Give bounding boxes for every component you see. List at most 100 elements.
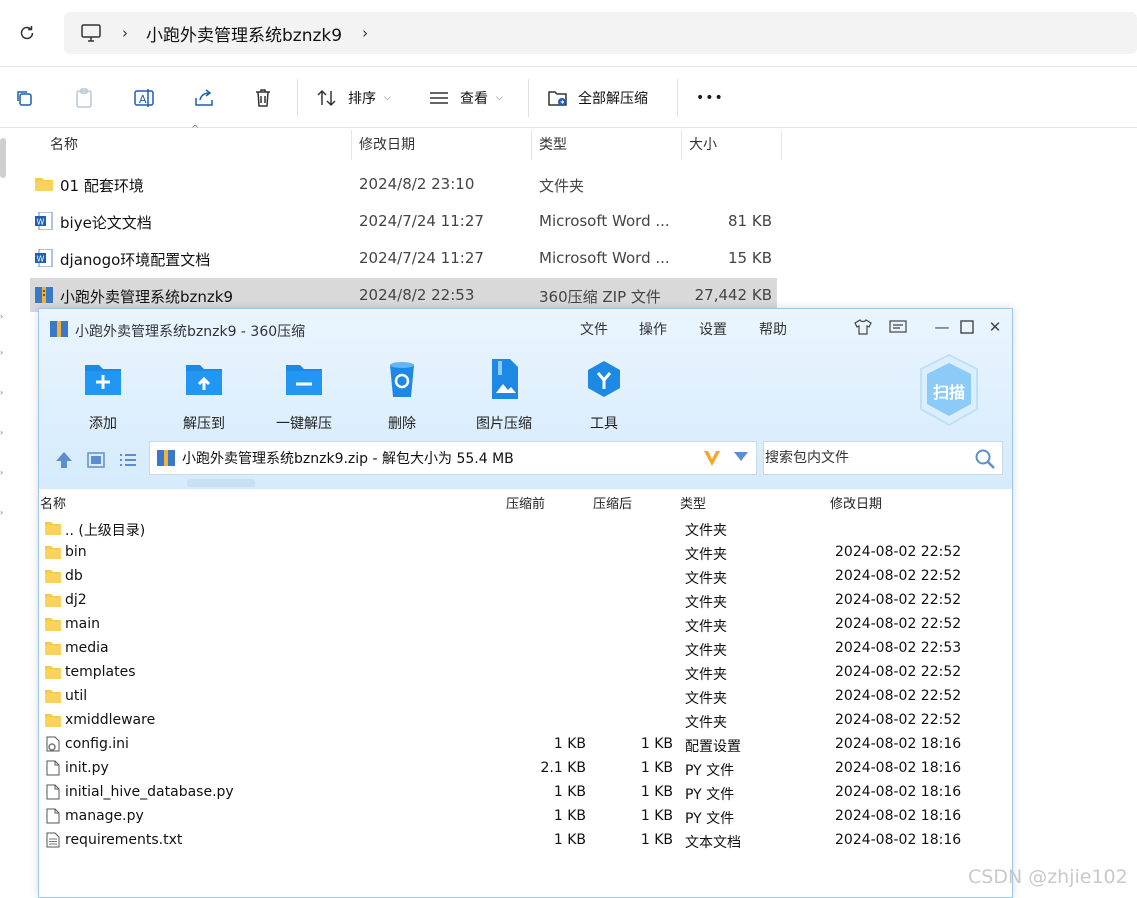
skin-button[interactable] xyxy=(853,317,873,337)
breadcrumb-chevron-icon[interactable]: › xyxy=(362,24,368,42)
column-header-type[interactable]: 类型 xyxy=(539,128,567,160)
zip-entry-row[interactable]: util 文件夹 2024-08-02 22:52 xyxy=(39,685,1012,709)
tools-button[interactable]: 工具 xyxy=(559,357,649,433)
zip-column-type[interactable]: 类型 xyxy=(680,493,706,512)
zip-column-date[interactable]: 修改日期 xyxy=(830,493,882,512)
one-click-extract-button[interactable]: 一键解压 xyxy=(259,357,349,433)
file-name: djanogo环境配置文档 xyxy=(60,251,211,269)
extract-all-button[interactable]: 全部解压缩 xyxy=(547,85,648,111)
word-doc-icon: W xyxy=(35,249,53,267)
zip-entry-name: xmiddleware xyxy=(65,712,156,728)
scrollbar-thumb[interactable] xyxy=(0,138,6,178)
breadcrumb-chevron-icon[interactable]: › xyxy=(122,24,128,42)
minimize-button[interactable]: — xyxy=(932,317,952,337)
zip-column-after[interactable]: 压缩后 xyxy=(593,493,632,512)
zip-entry-after-size: 1 KB xyxy=(640,760,673,776)
menu-settings[interactable]: 设置 xyxy=(699,319,727,339)
zip-entry-row[interactable]: main 文件夹 2024-08-02 22:52 xyxy=(39,613,1012,637)
header-scroll-thumb[interactable] xyxy=(187,479,255,487)
file-type: Microsoft Word ... xyxy=(539,249,670,267)
up-arrow-icon[interactable] xyxy=(53,449,75,471)
address-bar[interactable]: › 小跑外卖管理系统bznzk9 › xyxy=(64,12,1137,54)
column-header-name[interactable]: 名称 xyxy=(50,128,78,160)
path-dropdown-icon[interactable] xyxy=(734,452,748,461)
v-logo-icon[interactable] xyxy=(702,448,722,468)
zip-entry-row[interactable]: manage.py 1 KB 1 KB PY 文件 2024-08-02 18:16 xyxy=(39,805,1012,829)
extract-to-button[interactable]: 解压到 xyxy=(159,357,249,433)
file-icon xyxy=(46,760,60,776)
trash-icon xyxy=(256,89,270,107)
zip-entry-row[interactable]: requirements.txt 1 KB 1 KB 文本文档 2024-08-02 1… xyxy=(39,829,1012,853)
zip-entry-row[interactable]: media 文件夹 2024-08-02 22:53 xyxy=(39,637,1012,661)
zip-entry-row[interactable]: templates 文件夹 2024-08-02 22:52 xyxy=(39,661,1012,685)
zip-entry-row[interactable]: db 文件夹 2024-08-02 22:52 xyxy=(39,565,1012,589)
delete-file-button[interactable]: 删除 xyxy=(357,357,447,433)
column-separator[interactable] xyxy=(681,130,682,160)
refresh-icon xyxy=(20,26,34,40)
expand-arrow-icon[interactable]: › xyxy=(0,508,4,517)
sort-icon xyxy=(317,89,336,107)
column-separator[interactable] xyxy=(531,130,532,160)
file-row[interactable]: W djanogo环境配置文档 2024/7/24 11:27 Microsof… xyxy=(30,241,777,275)
column-header-size[interactable]: 大小 xyxy=(689,128,717,160)
zip-entry-name: templates xyxy=(65,664,136,680)
file-row[interactable]: W biye论文文档 2024/7/24 11:27 Microsoft Wor… xyxy=(30,204,777,238)
column-separator[interactable] xyxy=(781,130,782,160)
search-icon[interactable] xyxy=(974,448,996,470)
delete-button[interactable] xyxy=(253,85,273,111)
expand-arrow-icon[interactable]: › xyxy=(0,388,4,397)
add-button[interactable]: 添加 xyxy=(58,357,148,433)
detail-view-icon[interactable] xyxy=(85,449,107,471)
file-type: 360压缩 ZIP 文件 xyxy=(539,288,661,306)
zip-app-icon xyxy=(50,321,68,337)
menu-operations[interactable]: 操作 xyxy=(639,319,667,339)
search-input[interactable] xyxy=(764,442,964,474)
share-button[interactable] xyxy=(193,85,215,111)
one-click-extract-label: 一键解压 xyxy=(276,416,332,432)
zip-entry-row[interactable]: xmiddleware 文件夹 2024-08-02 22:52 xyxy=(39,709,1012,733)
maximize-button[interactable] xyxy=(957,317,977,337)
expand-arrow-icon[interactable]: › xyxy=(0,312,4,321)
zip-entry-row[interactable]: config.ini 1 KB 1 KB 配置设置 2024-08-02 18:16 xyxy=(39,733,1012,757)
copy-button[interactable] xyxy=(14,85,34,111)
zip-column-before[interactable]: 压缩前 xyxy=(506,493,545,512)
rename-button[interactable]: A xyxy=(133,85,155,111)
more-options-button[interactable]: ••• xyxy=(696,85,724,111)
list-view-icon[interactable] xyxy=(117,449,139,471)
sort-button[interactable]: 排序 ⌵ xyxy=(316,85,391,111)
zip-entry-row[interactable]: dj2 文件夹 2024-08-02 22:52 xyxy=(39,589,1012,613)
feedback-button[interactable] xyxy=(888,317,908,337)
close-button[interactable]: ✕ xyxy=(985,317,1005,337)
file-row[interactable]: 01 配套环境 2024/8/2 23:10 文件夹 xyxy=(30,167,777,201)
image-compress-icon xyxy=(492,359,518,399)
column-separator[interactable] xyxy=(351,130,352,160)
zip-icon xyxy=(35,287,53,303)
zip-entry-date: 2024-08-02 18:16 xyxy=(835,808,962,824)
menu-file[interactable]: 文件 xyxy=(580,319,608,339)
view-button[interactable]: 查看 ⌵ xyxy=(428,85,503,111)
zip-entry-date: 2024-08-02 22:52 xyxy=(835,592,962,608)
zip-entry-row[interactable]: init.py 2.1 KB 1 KB PY 文件 2024-08-02 18:16 xyxy=(39,757,1012,781)
image-compress-button[interactable]: 图片压缩 xyxy=(459,357,549,433)
zip-entry-row[interactable]: initial_hive_database.py 1 KB 1 KB PY 文件 202… xyxy=(39,781,1012,805)
expand-arrow-icon[interactable]: › xyxy=(0,348,4,357)
delete-label: 删除 xyxy=(388,416,416,432)
zip-entry-row[interactable]: bin 文件夹 2024-08-02 22:52 xyxy=(39,541,1012,565)
file-row-selected[interactable]: 小跑外卖管理系统bznzk9 2024/8/2 22:53 360压缩 ZIP … xyxy=(30,278,777,312)
zip-entry-type: 文件夹 xyxy=(685,547,727,563)
zip-entry-row[interactable]: .. (上级目录) 文件夹 xyxy=(39,517,1012,541)
breadcrumb-current-folder[interactable]: 小跑外卖管理系统bznzk9 xyxy=(146,21,342,46)
expand-arrow-icon[interactable]: › xyxy=(0,428,4,437)
paste-button[interactable] xyxy=(74,85,94,111)
paste-icon xyxy=(76,88,92,108)
computer-icon[interactable] xyxy=(78,20,104,46)
search-box[interactable] xyxy=(763,441,1003,475)
expand-arrow-icon[interactable]: › xyxy=(0,468,4,477)
scan-button[interactable]: 扫描 xyxy=(917,353,981,427)
menu-help[interactable]: 帮助 xyxy=(759,319,787,339)
watermark: CSDN @zhjie102 xyxy=(968,866,1128,888)
column-header-date[interactable]: 修改日期 xyxy=(359,128,415,160)
zip-column-name[interactable]: 名称 xyxy=(40,493,66,512)
archive-path-field[interactable]: 小跑外卖管理系统bznzk9.zip - 解包大小为 55.4 MB xyxy=(149,441,757,475)
refresh-button[interactable] xyxy=(14,20,40,46)
